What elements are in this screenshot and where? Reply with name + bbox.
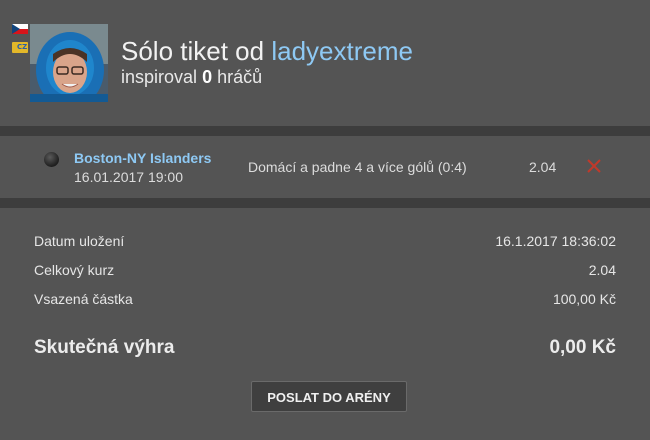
total-odds-label: Celkový kurz	[34, 262, 115, 278]
separator	[0, 198, 650, 208]
match-datetime: 16.01.2017 19:00	[74, 169, 183, 185]
actual-win-value: 0,00 Kč	[549, 337, 616, 358]
czech-flag-icon	[12, 24, 28, 34]
country-badge: CZ	[12, 42, 28, 53]
stake-value: 100,00 Kč	[552, 291, 616, 307]
username-link[interactable]: ladyextreme	[271, 36, 413, 66]
actual-win-label: Skutečná výhra	[34, 337, 175, 358]
remove-bet-icon[interactable]	[585, 157, 603, 175]
separator	[0, 126, 650, 136]
send-to-arena-button[interactable]: POSLAT DO ARÉNY	[251, 381, 407, 412]
status-dot-icon	[44, 152, 59, 167]
match-link[interactable]: Boston-NY Islanders	[74, 150, 211, 166]
bet-selection: Domácí a padne 4 a více gólů (0:4)	[248, 159, 467, 175]
total-odds-value: 2.04	[588, 262, 616, 278]
stake-label: Vsazená částka	[34, 291, 133, 307]
inspired-info: inspiroval 0 hráčů	[121, 67, 263, 87]
bet-odds: 2.04	[529, 159, 557, 175]
saved-date-value: 16.1.2017 18:36:02	[495, 233, 616, 249]
inspired-count: 0	[202, 67, 213, 87]
avatar[interactable]	[30, 24, 108, 102]
ticket-title: Sólo tiket od ladyextreme	[121, 36, 413, 66]
saved-date-label: Datum uložení	[34, 233, 125, 249]
title-prefix: Sólo tiket od	[121, 36, 265, 66]
